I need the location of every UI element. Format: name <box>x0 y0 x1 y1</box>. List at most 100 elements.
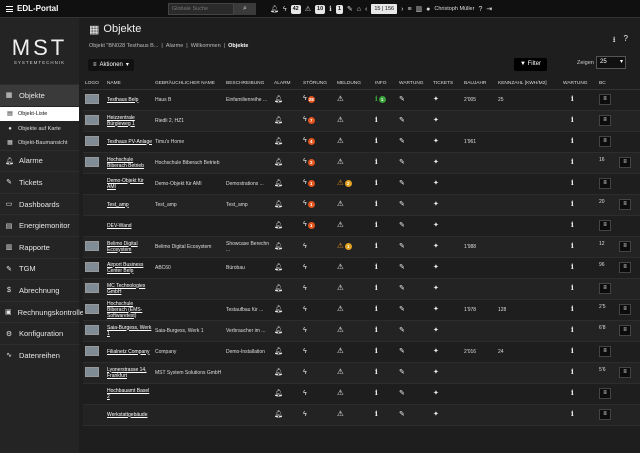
stoerung-cell[interactable]: ϟ4 <box>301 131 335 153</box>
info-icon[interactable]: i <box>563 346 574 355</box>
column-header[interactable]: WARTUNG <box>561 78 597 90</box>
meldung-cell[interactable]: ⚠ <box>335 278 373 300</box>
info-cell[interactable]: i <box>373 152 397 174</box>
meldung-cell[interactable]: ⚠ <box>335 131 373 153</box>
column-header[interactable]: TICKETS <box>431 78 462 90</box>
stoerung-cell[interactable]: ϟ2 <box>301 152 335 174</box>
wrench-icon[interactable]: ✎ <box>399 369 405 376</box>
table-row[interactable]: Werkstattgebäude 🔔︎ ϟ ⚠ i ✎ ✦ i ≡ <box>83 404 640 426</box>
info-icon[interactable]: i <box>563 283 574 292</box>
wrench-icon[interactable]: ✎ <box>399 180 405 187</box>
alarm-cell[interactable]: 🔔︎ <box>272 152 301 174</box>
column-header[interactable]: MELDUNG <box>335 78 373 90</box>
bell-icon[interactable]: 🔔︎ <box>274 348 283 355</box>
info-cell[interactable]: i <box>373 131 397 153</box>
alarm-cell[interactable]: 🔔︎ <box>272 383 301 405</box>
warning-icon[interactable]: ⚠ <box>337 367 344 376</box>
tickets-cell[interactable]: ✦ <box>431 131 462 153</box>
bolt-icon[interactable]: ϟ <box>303 158 307 165</box>
wrench-icon[interactable]: ✎ <box>399 96 405 103</box>
row-menu-button[interactable]: ≡ <box>599 283 611 294</box>
column-header[interactable]: WARTUNG <box>397 78 431 90</box>
wartung-cell[interactable]: ✎ <box>397 194 431 216</box>
ticket-icon[interactable]: ✦ <box>433 180 439 187</box>
info-icon[interactable]: i <box>375 241 378 250</box>
sidebar-item-rapporte[interactable]: ▥ Rapporte <box>0 235 79 258</box>
column-header[interactable]: STÖRUNG <box>301 78 335 90</box>
alarm-cell[interactable]: 🔔︎ <box>272 173 301 195</box>
bc-cell[interactable]: 96 ≡ <box>597 257 640 279</box>
wartung-cell[interactable]: ✎ <box>397 152 431 174</box>
logout-icon[interactable]: ⇥ <box>486 5 492 13</box>
alarm-cell[interactable]: 🔔︎ <box>272 320 301 342</box>
meldung-cell[interactable]: ⚠ <box>335 299 373 321</box>
name-cell[interactable]: Airport Business Center Belp <box>105 257 153 279</box>
warning-icon[interactable]: ⚠ <box>337 304 344 313</box>
object-name[interactable]: Testhaus Belp <box>107 97 138 103</box>
info-icon[interactable]: i <box>375 199 378 208</box>
tickets-cell[interactable]: ✦ <box>431 194 462 216</box>
info-icon[interactable]: i <box>375 220 378 229</box>
row-menu-button[interactable]: ≡ <box>619 325 631 336</box>
ticket-icon[interactable]: ✦ <box>433 327 439 334</box>
info-icon[interactable]: i <box>563 115 574 124</box>
sidebar-item-energiemonitor[interactable]: ▤ Energiemonitor <box>0 214 79 236</box>
page-size-select[interactable]: 25 ▾ <box>596 56 626 69</box>
object-name[interactable]: DEV-Wand <box>107 223 132 229</box>
alarm-cell[interactable]: 🔔︎ <box>272 194 301 216</box>
info-cell[interactable]: i <box>373 320 397 342</box>
ticket-icon[interactable]: ✦ <box>433 411 439 418</box>
bell-icon[interactable]: 🔔︎ <box>274 327 283 334</box>
wartung2-cell[interactable]: i <box>561 152 597 174</box>
bell-icon[interactable]: 🔔︎ <box>274 390 283 397</box>
info-cell[interactable]: i <box>373 362 397 384</box>
row-menu-button[interactable]: ≡ <box>619 241 631 252</box>
row-menu-button[interactable]: ≡ <box>619 304 631 315</box>
info-icon[interactable]: i <box>375 367 378 376</box>
ticket-icon[interactable]: ✦ <box>433 369 439 376</box>
name-cell[interactable]: Hochschule Biberach Betrieb <box>105 152 153 174</box>
bolt-icon[interactable]: ϟ <box>303 200 307 207</box>
alarm-cell[interactable]: 🔔︎ <box>272 278 301 300</box>
bc-cell[interactable]: 6'8 ≡ <box>597 320 640 342</box>
table-row[interactable]: Saia-Burgess, Werk 1 Saia-Burgess, Werk 1… <box>83 320 640 342</box>
name-cell[interactable]: MC Technologies GmbH <box>105 278 153 300</box>
meldung-cell[interactable]: ⚠ <box>335 152 373 174</box>
tickets-cell[interactable]: ✦ <box>431 110 462 132</box>
meldung-cell[interactable]: ⚠ <box>335 215 373 237</box>
info-icon[interactable]: i <box>563 136 574 145</box>
meldung-cell[interactable]: ⚠ <box>335 341 373 363</box>
ticket-icon[interactable]: ✦ <box>433 243 439 250</box>
table-row[interactable]: Airport Business Center Belp ABC60 Bürobau… <box>83 257 640 279</box>
tickets-cell[interactable]: ✦ <box>431 173 462 195</box>
object-name[interactable]: Belimo Digital Ecosystem <box>107 241 138 253</box>
ticket-icon[interactable]: ✦ <box>433 348 439 355</box>
warning-icon[interactable]: ⚠ <box>337 199 344 208</box>
table-row[interactable]: Test_amp Test_amp Test_amp 🔔︎ ϟ 1 ⚠ i ✎ ✦ i 20 ≡ <box>83 194 640 216</box>
warning-icon[interactable]: ⚠ <box>337 136 344 145</box>
alarm-cell[interactable]: 🔔︎ <box>272 110 301 132</box>
tickets-cell[interactable]: ✦ <box>431 362 462 384</box>
bell-icon[interactable]: 🔔︎ <box>274 222 283 229</box>
column-header[interactable]: BAUJAHR <box>462 78 496 90</box>
wrench-icon[interactable]: ✎ <box>399 348 405 355</box>
bell-icon[interactable]: 🔔︎ <box>274 306 283 313</box>
sidebar-item-datenreihen[interactable]: ∿ Datenreihen <box>0 343 79 366</box>
meldung-cell[interactable]: ⚠ <box>335 320 373 342</box>
bc-cell[interactable]: ≡ <box>597 341 640 363</box>
name-cell[interactable]: Testhaus Belp <box>105 89 153 111</box>
tickets-cell[interactable]: ✦ <box>431 341 462 363</box>
bolt-icon[interactable]: ϟ <box>303 390 307 397</box>
name-cell[interactable]: Test_amp <box>105 194 153 216</box>
info-cell[interactable]: i <box>373 110 397 132</box>
tickets-cell[interactable]: ✦ <box>431 152 462 174</box>
row-menu-button[interactable]: ≡ <box>619 157 631 168</box>
info-cell[interactable]: i <box>373 215 397 237</box>
table-row[interactable]: Hochbauamt Basel 2 🔔︎ ϟ ⚠ i ✎ ✦ i ≡ <box>83 383 640 405</box>
row-menu-button[interactable]: ≡ <box>599 136 611 147</box>
info-cell[interactable]: i <box>373 257 397 279</box>
info-cell[interactable]: i <box>373 341 397 363</box>
object-name[interactable]: Filialnetz Company <box>107 349 150 355</box>
object-name[interactable]: Hochschule Biberach (EMS-Softwaretest) <box>107 301 142 319</box>
wartung2-cell[interactable]: i <box>561 320 597 342</box>
